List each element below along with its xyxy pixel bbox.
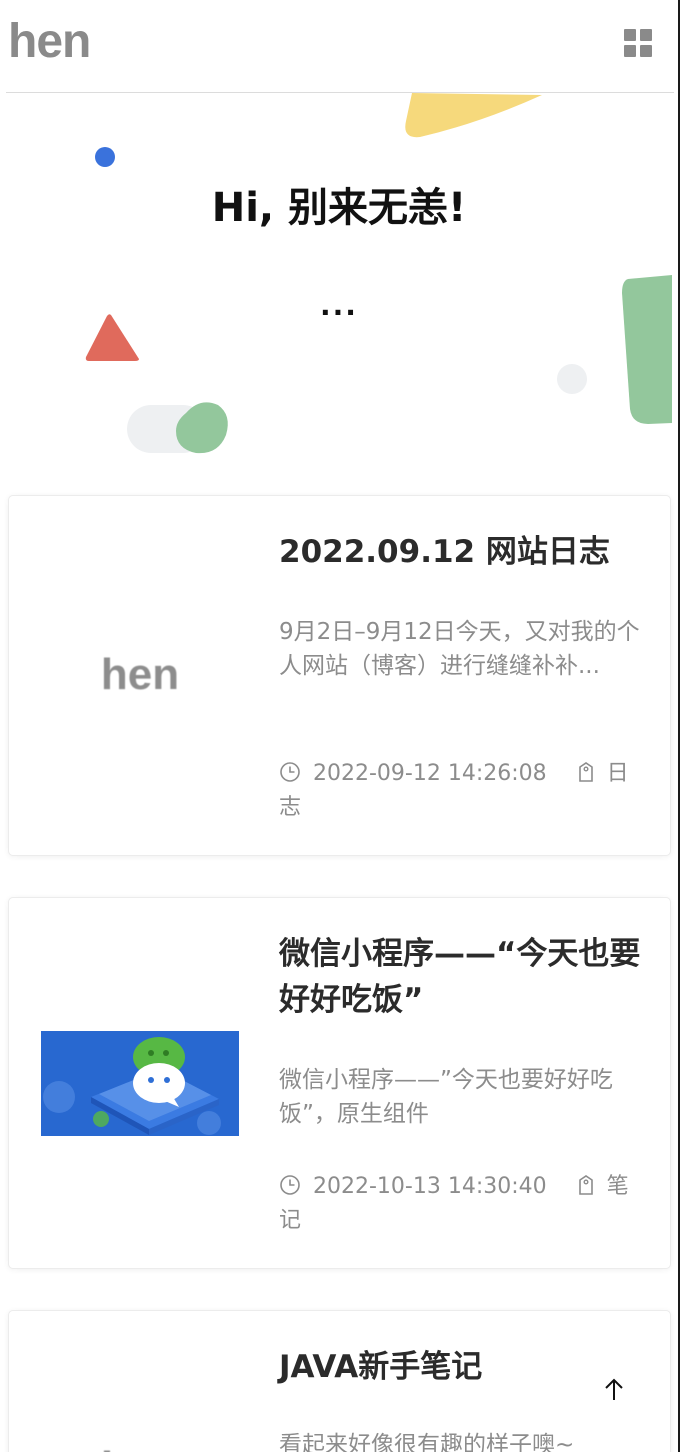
yellow-shape [405,93,542,138]
post-title[interactable]: JAVA新手笔记 [279,1344,649,1390]
post-excerpt: 看起来好像很有趣的样子噢~ [279,1432,575,1452]
hero-greeting: Hi, 别来无恙! [211,185,467,231]
post-date: 2022-09-12 14:26:08 [313,761,547,786]
post-card[interactable]: hen JAVA新手笔记 看起来好像很有趣的样子噢~ [8,1310,671,1452]
grid-menu-cell [624,45,636,57]
clock-icon [280,1175,300,1195]
grid-menu-cell [624,29,636,41]
wechat-thumbnail-image [41,1031,239,1136]
post-thumbnail[interactable]: hen [41,622,239,727]
post-card[interactable]: hen 2022.09.12 网站日志 9月2日–9月12日今天，又对我的个人网… [8,495,671,856]
post-excerpt: 微信小程序——”今天也要好好吃饭”，原生组件 [279,1067,613,1127]
site-header: hen [0,0,678,93]
post-thumbnail[interactable]: hen [41,1415,239,1452]
post-card[interactable]: 微信小程序——“今天也要好好吃饭” 微信小程序——”今天也要好好吃饭”，原生组件… [8,897,671,1269]
page: hen Hi, 别来无恙! ... hen 2022.09.12 网站日志 9月… [0,0,680,1452]
post-title[interactable]: 2022.09.12 网站日志 [279,529,649,575]
tag-icon [578,1175,593,1195]
clock-icon [280,762,300,782]
site-logo[interactable]: hen [8,14,91,69]
post-meta: 2022-10-13 14:30:40 笔记 [279,1170,649,1238]
hero-banner: Hi, 别来无恙! ... [0,93,678,463]
blue-dot [95,147,115,167]
tag-icon [578,762,593,782]
post-title[interactable]: 微信小程序——“今天也要好好吃饭” [279,931,649,1023]
back-to-top-arrow [605,1378,623,1400]
hero-subtitle: ... [320,289,358,322]
grid-menu-icon[interactable] [624,29,652,57]
arrow-up-icon[interactable] [598,1372,632,1406]
post-date: 2022-10-13 14:30:40 [313,1174,547,1199]
gray-dot [557,364,587,394]
hero-decorations [85,93,672,454]
post-meta: 2022-09-12 14:26:08 日志 [279,757,649,825]
post-excerpt: 9月2日–9月12日今天，又对我的个人网站（博客）进行缝缝补补... [279,619,640,679]
grid-menu-cell [640,29,652,41]
grid-menu-cell [640,45,652,57]
post-thumbnail[interactable] [41,1031,239,1136]
